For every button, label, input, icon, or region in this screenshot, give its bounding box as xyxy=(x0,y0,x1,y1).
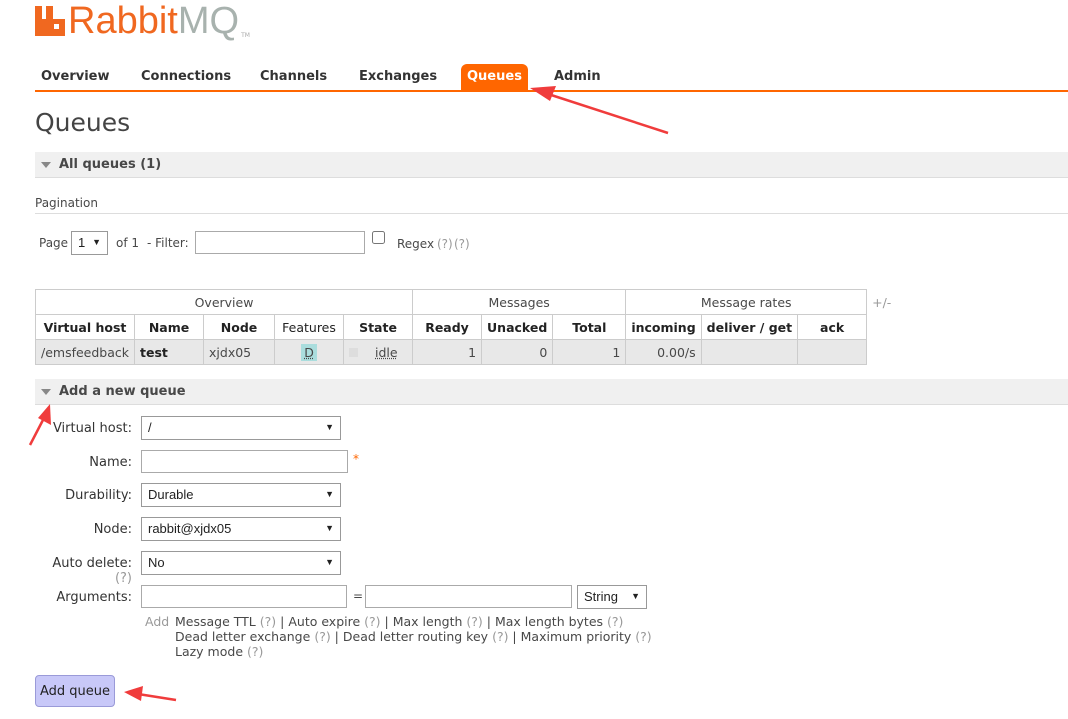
argument-shortcut[interactable]: Message TTL xyxy=(175,614,256,629)
argument-key-input[interactable] xyxy=(141,585,347,608)
argument-shortcut[interactable]: Auto expire xyxy=(288,614,360,629)
argument-shortcut[interactable]: Max length xyxy=(393,614,463,629)
tab-admin[interactable]: Admin xyxy=(554,69,601,84)
regex-checkbox[interactable] xyxy=(372,231,385,244)
auto-delete-select[interactable]: No xyxy=(141,551,341,575)
page-title: Queues xyxy=(35,108,131,137)
add-queue-button[interactable]: Add queue xyxy=(35,675,115,707)
add-queue-toggle[interactable]: Add a new queue xyxy=(35,379,1068,405)
table-row: /emsfeedback test xjdx05 D idle 1 0 1 0.… xyxy=(34,339,897,365)
argument-type-select[interactable]: String xyxy=(577,585,647,609)
argument-value-input[interactable] xyxy=(365,585,572,608)
argument-help[interactable]: (?) xyxy=(364,614,380,629)
tab-queues[interactable]: Queues xyxy=(461,64,528,90)
tab-connections[interactable]: Connections xyxy=(141,69,231,84)
argument-help[interactable]: (?) xyxy=(314,629,330,644)
queues-table: Overview Messages Message rates +/- Virtual… xyxy=(34,289,897,365)
tab-exchanges[interactable]: Exchanges xyxy=(359,69,437,84)
durable-badge: D xyxy=(301,343,317,361)
column-toggle[interactable]: +/- xyxy=(867,290,897,315)
argument-shortcut[interactable]: Dead letter routing key xyxy=(343,629,488,644)
argument-help[interactable]: (?) xyxy=(466,614,482,629)
page-select[interactable]: 1 xyxy=(71,231,108,255)
filter-input[interactable] xyxy=(195,231,365,254)
argument-help[interactable]: (?) xyxy=(492,629,508,644)
main-nav: Overview Connections Channels Exchanges … xyxy=(35,64,1068,92)
argument-shortcut[interactable]: Maximum priority xyxy=(521,629,632,644)
auto-delete-help[interactable]: (?) xyxy=(115,571,132,586)
node-select[interactable]: rabbit@xjdx05 xyxy=(141,517,341,541)
argument-help[interactable]: (?) xyxy=(260,614,276,629)
all-queues-toggle[interactable]: All queues (1) xyxy=(35,152,1068,178)
queue-name-input[interactable] xyxy=(141,450,348,473)
argument-shortcut[interactable]: Lazy mode xyxy=(175,644,243,659)
collapse-icon xyxy=(41,161,51,168)
regex-help-2[interactable]: (?) xyxy=(454,237,470,251)
argument-shortcut[interactable]: Dead letter exchange xyxy=(175,629,310,644)
tab-channels[interactable]: Channels xyxy=(260,69,327,84)
collapse-icon xyxy=(41,388,51,395)
tab-overview[interactable]: Overview xyxy=(41,69,110,84)
regex-help[interactable]: (?) xyxy=(437,237,453,251)
argument-shortcut[interactable]: Max length bytes xyxy=(495,614,603,629)
pagination-heading: Pagination xyxy=(35,196,1068,214)
argument-help[interactable]: (?) xyxy=(635,629,651,644)
queue-link[interactable]: test xyxy=(134,339,205,365)
durability-select[interactable]: Durable xyxy=(141,483,341,507)
argument-help[interactable]: (?) xyxy=(607,614,623,629)
rabbitmq-logo: Rabbit MQ TM xyxy=(35,2,250,40)
argument-shortcuts: Message TTL (?) | Auto expire (?) | Max le… xyxy=(175,614,652,659)
argument-help[interactable]: (?) xyxy=(247,644,263,659)
virtual-host-select[interactable]: / xyxy=(141,416,341,440)
state-indicator xyxy=(349,347,359,357)
